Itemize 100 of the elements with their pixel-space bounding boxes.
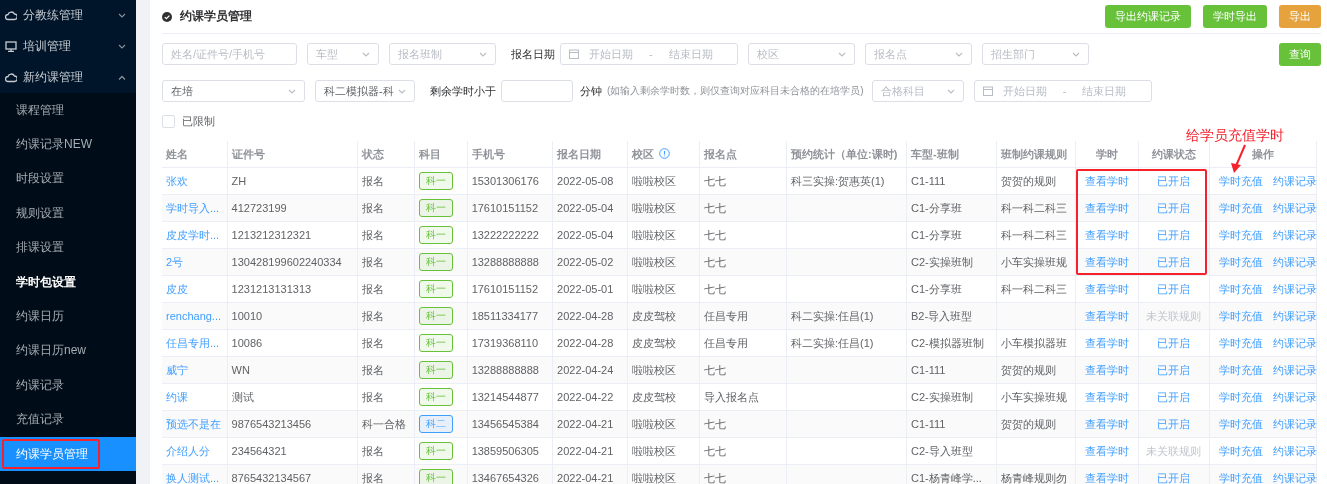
sidebar-item[interactable]: 时段设置 [0, 161, 136, 197]
export-button[interactable]: 学时导出 [1203, 5, 1267, 28]
select-field[interactable]: 报名班制 [389, 43, 496, 65]
action-link[interactable]: 约课记录 [1273, 363, 1318, 376]
subject-tag: 科一 [418, 199, 453, 217]
action-link[interactable]: 学时充值 [1219, 201, 1264, 214]
student-name-link[interactable]: 换人测试... [162, 464, 228, 484]
booking-status: 已开启 [1157, 471, 1191, 484]
view-hours-link[interactable]: 查看学时 [1084, 282, 1129, 295]
action-link[interactable]: 学时充值 [1219, 282, 1264, 295]
student-name-link[interactable]: 任昌专用... [162, 329, 228, 357]
subject-tag: 科二 [418, 415, 453, 433]
action-link[interactable]: 约课记录 [1273, 201, 1318, 214]
select-field[interactable]: 科二模拟器-科 [315, 80, 415, 102]
action-link[interactable]: 约课记录 [1273, 255, 1318, 268]
sidebar-item[interactable]: 约课日历new [0, 333, 136, 369]
action-link[interactable]: 约课记录 [1273, 390, 1318, 403]
sidebar-item[interactable]: 排课设置 [0, 230, 136, 265]
table-cell: 13222222222 [467, 221, 553, 249]
table-cell: 报名 [357, 383, 415, 411]
view-hours-link[interactable]: 查看学时 [1084, 390, 1129, 403]
select-field[interactable]: 在培 [162, 80, 305, 102]
column-header: 班制约课规则 [996, 141, 1076, 168]
sidebar-item[interactable]: 约课学员管理 [0, 436, 136, 472]
student-name-link[interactable]: 皮皮 [162, 275, 228, 303]
table-cell: 啦啦校区 [627, 221, 699, 249]
table-cell: ZH [227, 167, 358, 195]
student-name-link[interactable]: renchang... [162, 302, 228, 330]
view-hours-link[interactable]: 查看学时 [1084, 174, 1129, 187]
action-link[interactable]: 约课记录 [1273, 417, 1318, 430]
table-cell: 七七 [699, 410, 787, 438]
menu-group[interactable]: 分教练管理 [0, 0, 136, 31]
hint-text: (如输入剩余学时数，则仅查询对应科目未合格的在培学员) [607, 84, 864, 98]
export-button[interactable]: 导出 [1279, 5, 1321, 28]
date-range-field[interactable]: 开始日期 - 结束日期 [973, 80, 1152, 102]
table-cell: 17319368110 [467, 329, 553, 357]
action-link[interactable]: 约课记录 [1273, 228, 1318, 241]
action-link[interactable]: 学时充值 [1219, 174, 1264, 187]
sidebar-item[interactable]: 约课日历 [0, 299, 136, 334]
check-circle-icon [162, 11, 172, 22]
column-header: 车型-班制 [906, 141, 996, 168]
action-link[interactable]: 约课记录 [1273, 336, 1318, 349]
student-name-link[interactable]: 威宁 [162, 356, 228, 384]
table-cell: 小车实操班规 [996, 383, 1076, 411]
student-name-link[interactable]: 张欢 [162, 167, 228, 195]
number-input-field[interactable] [501, 80, 573, 102]
action-link[interactable]: 约课记录 [1273, 309, 1318, 322]
action-link[interactable]: 约课记录 [1273, 174, 1318, 187]
sidebar-item[interactable]: 学时包设置 [0, 264, 136, 300]
view-hours-link[interactable]: 查看学时 [1084, 444, 1129, 457]
action-link[interactable]: 学时充值 [1219, 444, 1264, 457]
checkbox[interactable] [162, 114, 175, 128]
view-hours-link[interactable]: 查看学时 [1084, 336, 1129, 349]
menu-group[interactable]: 新约课管理 [0, 62, 136, 93]
table-cell: 130428199602240334 [227, 248, 358, 276]
sidebar-item[interactable]: 约课记录NEW [0, 127, 136, 162]
student-name-link[interactable]: 学时导入... [162, 194, 228, 222]
table-cell: C1-分享班 [906, 275, 996, 303]
sidebar-item[interactable]: 约课记录 [0, 368, 136, 403]
select-field[interactable]: 校区 [748, 43, 855, 65]
table-cell: 七七 [699, 275, 787, 303]
student-name-link[interactable]: 约课 [162, 383, 228, 411]
student-name-link[interactable]: 2号 [162, 248, 228, 276]
table-cell: C1-111 [906, 410, 996, 438]
action-link[interactable]: 学时充值 [1219, 309, 1264, 322]
select-field[interactable]: 报名点 [865, 43, 972, 65]
action-link[interactable]: 约课记录 [1273, 444, 1318, 457]
table-cell: C2-导入班型 [906, 437, 996, 465]
menu-group[interactable]: 培训管理 [0, 31, 136, 62]
column-header: 科目 [414, 141, 468, 168]
sidebar-item[interactable]: 充值记录 [0, 402, 136, 437]
student-name-link[interactable]: 皮皮学时... [162, 221, 228, 249]
select-field[interactable]: 合格科目 [871, 80, 964, 102]
calendar-icon [982, 86, 993, 96]
action-link[interactable]: 学时充值 [1219, 255, 1264, 268]
student-name-link[interactable]: 介绍人分 [162, 437, 228, 465]
booking-status: 已开启 [1157, 201, 1191, 214]
action-link[interactable]: 学时充值 [1219, 228, 1264, 241]
table-cell: 2022-04-28 [552, 329, 628, 357]
table-cell: 导入报名点 [699, 383, 787, 411]
action-link[interactable]: 学时充值 [1219, 471, 1264, 484]
action-link[interactable]: 学时充值 [1219, 363, 1264, 376]
select-field[interactable]: 招生部门 [982, 43, 1089, 65]
subject-tag: 科一 [418, 280, 453, 298]
action-link[interactable]: 约课记录 [1273, 471, 1318, 484]
select-field[interactable]: 车型 [307, 43, 379, 65]
subject-tag: 科一 [418, 226, 453, 244]
view-hours-link[interactable]: 查看学时 [1084, 228, 1129, 241]
export-button[interactable]: 导出约课记录 [1105, 5, 1191, 28]
action-link[interactable]: 约课记录 [1273, 282, 1318, 295]
action-link[interactable]: 学时充值 [1219, 417, 1264, 430]
student-name-link[interactable]: 预选不是在 [162, 410, 228, 438]
action-link[interactable]: 学时充值 [1219, 336, 1264, 349]
date-range-field[interactable]: 开始日期 - 结束日期 [560, 43, 738, 65]
action-link[interactable]: 学时充值 [1219, 390, 1264, 403]
subject-tag: 科一 [418, 172, 453, 190]
sidebar-item[interactable]: 课程管理 [0, 93, 136, 128]
sidebar-item[interactable]: 规则设置 [0, 196, 136, 231]
table-cell: 啦啦校区 [627, 410, 699, 438]
search-button[interactable]: 查询 [1279, 42, 1321, 66]
